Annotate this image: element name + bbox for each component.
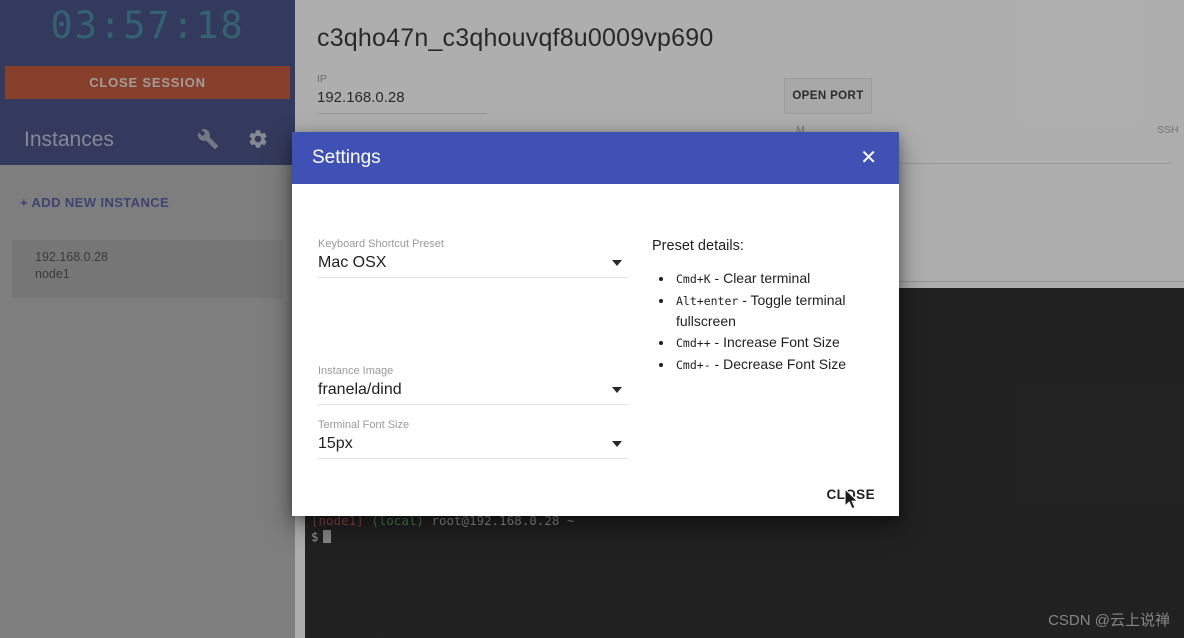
terminal-font-size-field[interactable]: Terminal Font Size 15px: [318, 418, 628, 459]
shortcut-desc: Decrease Font Size: [723, 356, 847, 372]
screen: c3qho47n_c3qhouvqf8u0009vp690 IP 192.168…: [0, 0, 1184, 638]
terminal-cursor: [322, 530, 331, 543]
settings-left-column: Keyboard Shortcut Preset Mac OSX Instanc…: [318, 184, 628, 459]
mouse-cursor: [844, 487, 861, 518]
shortcut-key: Cmd+K: [676, 272, 711, 286]
instance-image-label: Instance Image: [318, 365, 394, 377]
ip-field-underline: [317, 113, 487, 114]
settings-dialog: Settings ✕ Keyboard Shortcut Preset Mac …: [292, 132, 899, 516]
settings-right-column: Preset details: Cmd+K - Clear terminal A…: [652, 184, 887, 376]
shortcut-sep: -: [710, 270, 724, 286]
instance-image-field[interactable]: Instance Image franela/dind: [318, 364, 628, 405]
instance-image-value: franela/dind: [318, 381, 402, 398]
terminal-font-size-value: 15px: [318, 435, 353, 452]
preset-details-list: Cmd+K - Clear terminal Alt+enter - Toggl…: [674, 268, 887, 375]
chevron-down-icon: [612, 260, 622, 266]
gear-icon[interactable]: [247, 128, 269, 150]
wrench-icon[interactable]: [197, 128, 219, 150]
session-id: c3qho47n_c3qhouvqf8u0009vp690: [317, 24, 714, 52]
settings-dialog-header: Settings ✕: [292, 132, 899, 184]
keyboard-shortcut-preset-field[interactable]: Keyboard Shortcut Preset Mac OSX: [318, 237, 628, 278]
ssh-field-label: SSH: [1157, 124, 1179, 136]
instances-title: Instances: [24, 128, 114, 151]
shortcut-key: Cmd++: [676, 336, 711, 350]
chevron-down-icon: [612, 387, 622, 393]
terminal-font-size-select[interactable]: 15px: [318, 433, 628, 459]
close-session-button[interactable]: CLOSE SESSION: [5, 66, 290, 99]
shortcut-sep: -: [738, 292, 751, 308]
ip-field-value: 192.168.0.28: [317, 89, 405, 106]
close-icon[interactable]: ✕: [856, 146, 881, 170]
keyboard-shortcut-preset-value: Mac OSX: [318, 254, 387, 271]
list-item: Cmd++ - Increase Font Size: [674, 332, 887, 353]
preset-details-title: Preset details:: [652, 238, 744, 254]
shortcut-key: Alt+enter: [676, 294, 739, 308]
keyboard-shortcut-preset-select[interactable]: Mac OSX: [318, 252, 628, 278]
instance-ip: 192.168.0.28: [35, 250, 108, 264]
instance-name: node1: [35, 267, 70, 281]
terminal-font-size-label: Terminal Font Size: [318, 419, 410, 431]
keyboard-shortcut-preset-label: Keyboard Shortcut Preset: [318, 238, 444, 250]
watermark: CSDN @云上说禅: [1048, 612, 1170, 629]
shortcut-desc: Clear terminal: [723, 270, 811, 286]
sidebar-header-icons: [197, 128, 269, 150]
instances-header-row: Instances: [0, 118, 295, 162]
session-timer: 03:57:18: [50, 4, 245, 47]
instance-list-item[interactable]: 192.168.0.28 node1: [12, 240, 283, 298]
sidebar-header: 03:57:18 CLOSE SESSION Instances: [0, 0, 295, 165]
terminal-input-line: $: [311, 529, 1184, 545]
settings-dialog-body: Keyboard Shortcut Preset Mac OSX Instanc…: [292, 184, 899, 516]
shortcut-desc: Increase Font Size: [723, 334, 840, 350]
shortcut-sep: -: [710, 356, 724, 372]
terminal-dollar: $: [311, 529, 319, 544]
shortcut-sep: -: [710, 334, 724, 350]
chevron-down-icon: [612, 441, 622, 447]
add-new-instance-button[interactable]: + ADD NEW INSTANCE: [20, 195, 169, 210]
shortcut-key: Cmd+-: [676, 358, 711, 372]
list-item: Cmd+- - Decrease Font Size: [674, 354, 887, 375]
settings-dialog-title: Settings: [312, 147, 381, 168]
instance-image-select[interactable]: franela/dind: [318, 379, 628, 405]
sidebar: 03:57:18 CLOSE SESSION Instances + ADD N…: [0, 0, 295, 638]
ip-field-label: IP: [317, 73, 327, 85]
list-item: Cmd+K - Clear terminal: [674, 268, 887, 289]
ip-field[interactable]: IP 192.168.0.28: [317, 72, 487, 114]
list-item: Alt+enter - Toggle terminal fullscreen: [674, 290, 887, 331]
open-port-button[interactable]: OPEN PORT: [784, 78, 872, 114]
